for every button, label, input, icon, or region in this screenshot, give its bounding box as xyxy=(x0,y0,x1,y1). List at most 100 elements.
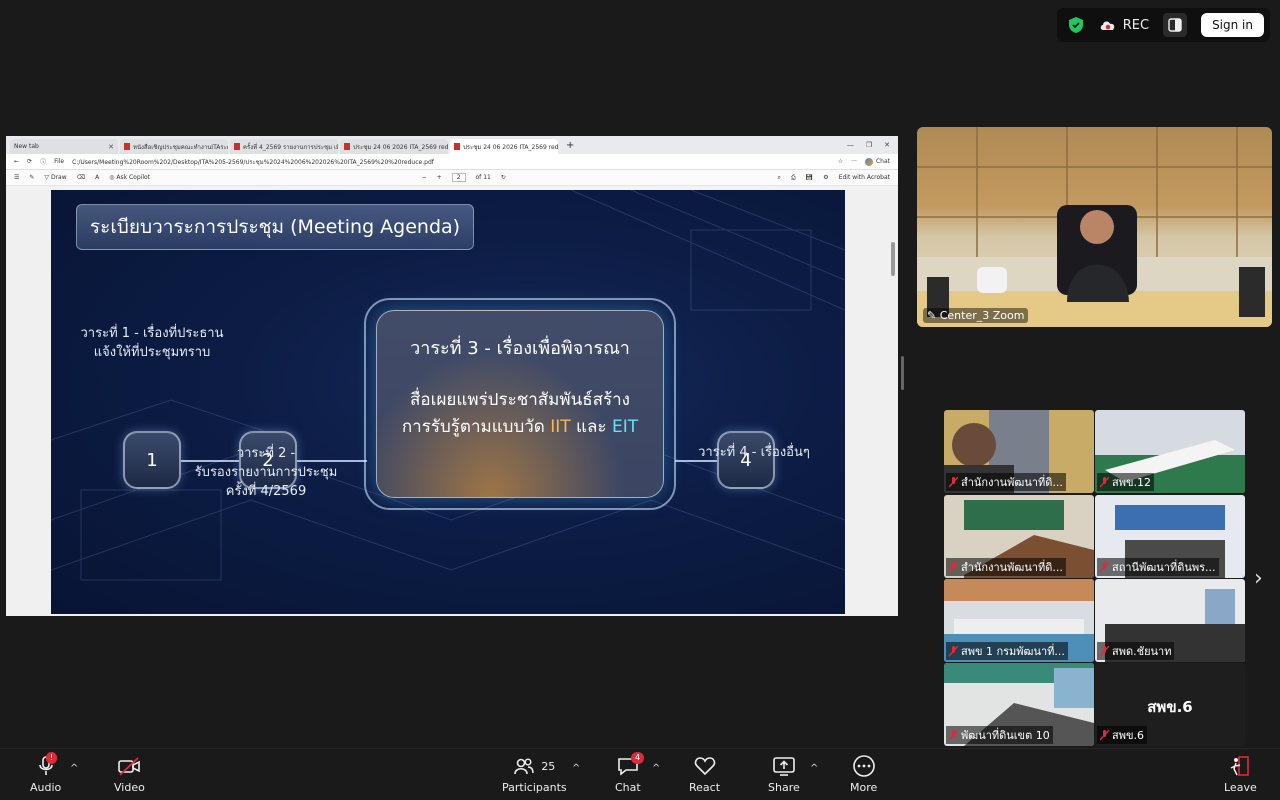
draw-button[interactable]: ▽ Draw xyxy=(44,174,66,181)
eit-highlight: EIT xyxy=(611,417,639,437)
participants-options-chevron-icon[interactable]: ^ xyxy=(572,763,580,774)
participants-button[interactable]: 25 Participants xyxy=(502,755,567,794)
browser-tab[interactable]: ครั้งที่ 4_2569 รายงานการประชุม เมื่อ✕ xyxy=(230,139,338,154)
pdf-icon xyxy=(234,143,240,150)
settings-icon[interactable]: ⚙ xyxy=(823,174,828,181)
info-icon[interactable]: ⓘ xyxy=(40,157,46,166)
zoom-in-icon[interactable]: + xyxy=(437,174,442,181)
leave-button[interactable]: Leave xyxy=(1224,755,1257,794)
tab-label: หนังสือเชิญประชุมคณะทำงานITAระดับกรม xyxy=(133,143,228,151)
layout-icon xyxy=(1168,18,1182,32)
print-icon[interactable]: ⎙ xyxy=(791,174,796,182)
participant-name-tag: สำนักงานพัฒนาที่ดิ... xyxy=(946,558,1066,576)
draw-label: Draw xyxy=(50,174,67,181)
active-speaker-video[interactable]: ✎ Center_3 Zoom xyxy=(917,127,1272,327)
read-aloud-icon[interactable]: A xyxy=(95,174,99,181)
mic-muted-icon xyxy=(1099,476,1110,488)
browser-tab[interactable]: หนังสือเชิญประชุมคณะทำงานITAระดับกรม✕ xyxy=(120,139,228,154)
participant-tile[interactable]: สพข.12 xyxy=(1095,410,1245,493)
participant-tile-no-video[interactable]: สพข.6 สพข.6 xyxy=(1095,663,1245,746)
video-button[interactable]: Video xyxy=(114,755,145,794)
close-window-icon[interactable]: ✕ xyxy=(884,141,890,149)
recording-indicator[interactable]: REC xyxy=(1099,18,1149,33)
scrollbar-thumb[interactable] xyxy=(891,242,895,276)
agenda-1-line1: วาระที่ 1 - เรื่องที่ประธาน xyxy=(80,326,224,341)
pdf-scrollbar[interactable] xyxy=(890,194,896,612)
react-button[interactable]: React xyxy=(689,755,720,794)
zoom-out-icon[interactable]: − xyxy=(422,174,427,181)
rotate-icon[interactable]: ↻ xyxy=(501,174,506,181)
participant-display-name: สพข.6 xyxy=(1147,698,1193,716)
tab-label: ประชุม 24 06 2026 ITA_2569 reduce xyxy=(353,143,448,151)
more-button[interactable]: More xyxy=(850,755,877,794)
browser-tab-active[interactable]: ประชุม 24 06 2026 ITA_2569 reduce✕ xyxy=(450,139,558,154)
video-off-icon xyxy=(118,757,141,776)
share-button[interactable]: Share xyxy=(768,755,800,794)
participant-gallery: สำนักงานพัฒนาที่ดิ... สพข.12 สำนักงานพัฒ… xyxy=(944,410,1246,748)
pdf-viewer: ระเบียบวาระการประชุม (Meeting Agenda) วา… xyxy=(6,190,898,616)
eraser-icon[interactable]: ⌫ xyxy=(77,174,85,181)
participant-tile[interactable]: สำนักงานพัฒนาที่ดิ... xyxy=(944,495,1094,578)
rec-label: REC xyxy=(1122,17,1150,33)
edit-acrobat-button[interactable]: Edit with Acrobat xyxy=(839,174,890,181)
chat-options-chevron-icon[interactable]: ^ xyxy=(652,763,660,774)
agenda-2-line2: รับรองรายงานการประชุม xyxy=(194,465,338,480)
participants-icon-row: 25 xyxy=(513,755,555,777)
mic-muted-icon xyxy=(948,645,959,657)
page-number-input[interactable]: 2 xyxy=(451,173,466,182)
mic-muted-icon xyxy=(948,476,959,488)
share-options-chevron-icon[interactable]: ^ xyxy=(810,763,818,774)
chat-label: Chat xyxy=(875,158,890,165)
share-screen-icon xyxy=(773,757,795,776)
audio-button[interactable]: ! Audio xyxy=(30,752,62,794)
participant-name: พัฒนาที่ดินเขต 10 xyxy=(961,729,1050,742)
star-icon[interactable]: ☆ xyxy=(838,158,843,165)
security-shield-icon[interactable] xyxy=(1067,16,1085,34)
url-field[interactable]: C:/Users/Meeting%20Room%202/Desktop/ITA%… xyxy=(72,157,830,167)
iit-highlight: IIT xyxy=(550,417,571,437)
meeting-topbar: REC Sign in xyxy=(1056,8,1270,42)
share-label: Share xyxy=(768,781,800,794)
agenda-2-label: วาระที่ 2 - รับรองรายงานการประชุม ครั้งท… xyxy=(191,444,341,501)
browser-tab[interactable]: ประชุม 24 06 2026 ITA_2569 reduce✕ xyxy=(340,139,448,154)
search-icon[interactable]: ⌕ xyxy=(777,174,780,182)
refresh-icon[interactable]: ⟳ xyxy=(27,158,32,165)
audio-options-chevron-icon[interactable]: ^ xyxy=(70,763,78,774)
sign-in-button[interactable]: Sign in xyxy=(1201,13,1264,37)
participant-name: สำนักงานพัฒนาที่ดิ... xyxy=(961,561,1063,574)
copilot-chat-button[interactable]: Chat xyxy=(864,157,890,166)
tab-close-icon[interactable]: ✕ xyxy=(108,143,114,151)
participant-tile[interactable]: สพข 1 กรมพัฒนาที่... xyxy=(944,579,1094,662)
tab-label: New tab xyxy=(14,143,39,150)
more-browser-icon[interactable]: ··· xyxy=(851,158,857,165)
participant-tile[interactable]: สำนักงานพัฒนาที่ดิ... xyxy=(944,410,1094,493)
gallery-next-page-icon[interactable]: › xyxy=(1254,566,1263,591)
minimize-icon[interactable]: — xyxy=(847,141,854,149)
participant-name: สพข.12 xyxy=(1112,476,1151,489)
maximize-icon[interactable]: ❐ xyxy=(866,141,872,149)
agenda-2-line3: ครั้งที่ 4/2569 xyxy=(225,484,307,499)
contents-icon[interactable]: ☰ xyxy=(14,174,19,181)
browser-tab[interactable]: New tab ✕ xyxy=(10,139,118,154)
mic-muted-icon xyxy=(1099,729,1110,741)
participant-tile[interactable]: สพด.ชัยนาท xyxy=(1095,579,1245,662)
address-bar: ← ⟳ ⓘ File C:/Users/Meeting%20Room%202/D… xyxy=(6,154,898,170)
participant-tile[interactable]: พัฒนาที่ดินเขต 10 xyxy=(944,663,1094,746)
video-label: Video xyxy=(114,781,145,794)
agenda-3-line2-text: การรับรู้ตามแบบวัด xyxy=(401,417,551,437)
agenda-1-line2: แจ้งให้ที่ประชุมทราบ xyxy=(93,345,211,360)
save-icon[interactable]: 💾︎ xyxy=(806,174,814,181)
participant-tile[interactable]: สถานีพัฒนาที่ดินพร... xyxy=(1095,495,1245,578)
agenda-3-title: วาระที่ 3 - เรื่องเพื่อพิจารณา xyxy=(410,338,630,359)
chat-button[interactable]: 4 Chat xyxy=(615,752,645,794)
highlight-icon[interactable]: ✎ xyxy=(29,174,34,181)
speaker-name-tag: ✎ Center_3 Zoom xyxy=(923,308,1029,323)
back-icon[interactable]: ← xyxy=(14,158,19,165)
layout-toggle-button[interactable] xyxy=(1163,13,1188,37)
ask-copilot-button[interactable]: ◎ Ask Copilot xyxy=(109,174,150,181)
copilot-icon xyxy=(864,157,873,166)
panel-resize-handle[interactable] xyxy=(901,356,904,390)
audio-label: Audio xyxy=(30,781,62,794)
new-tab-icon[interactable]: + xyxy=(560,140,580,151)
mic-muted-icon xyxy=(948,729,959,741)
